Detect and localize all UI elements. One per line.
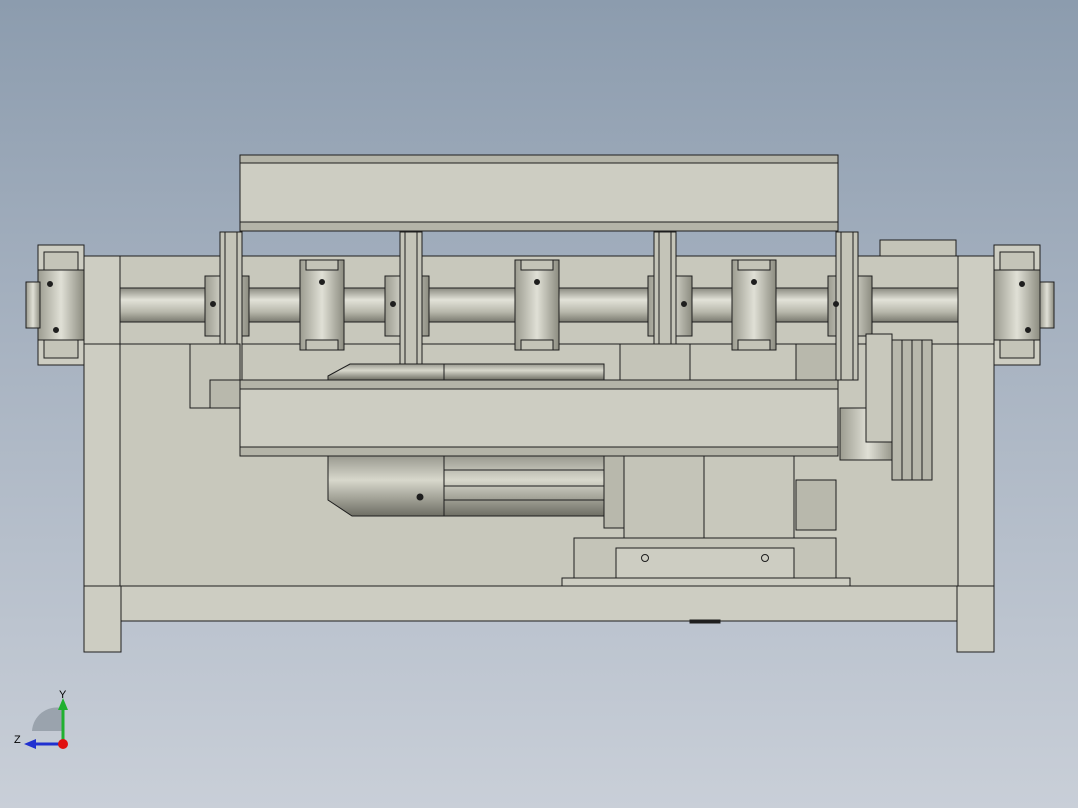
left-end-bearing <box>25 244 85 366</box>
right-end-bearing <box>993 244 1055 366</box>
z-axis-label: Z <box>14 734 21 746</box>
motor-base <box>561 537 851 587</box>
cad-viewport[interactable]: Y Z <box>0 0 1078 808</box>
pillow-block <box>299 259 345 351</box>
lower-beam <box>239 379 839 457</box>
top-beam <box>239 154 839 232</box>
pillow-block <box>514 259 560 351</box>
left-bracket <box>189 343 241 409</box>
pillow-block <box>731 259 777 351</box>
y-axis-label: Y <box>59 689 67 701</box>
coordinate-triad: Y Z <box>14 689 68 749</box>
